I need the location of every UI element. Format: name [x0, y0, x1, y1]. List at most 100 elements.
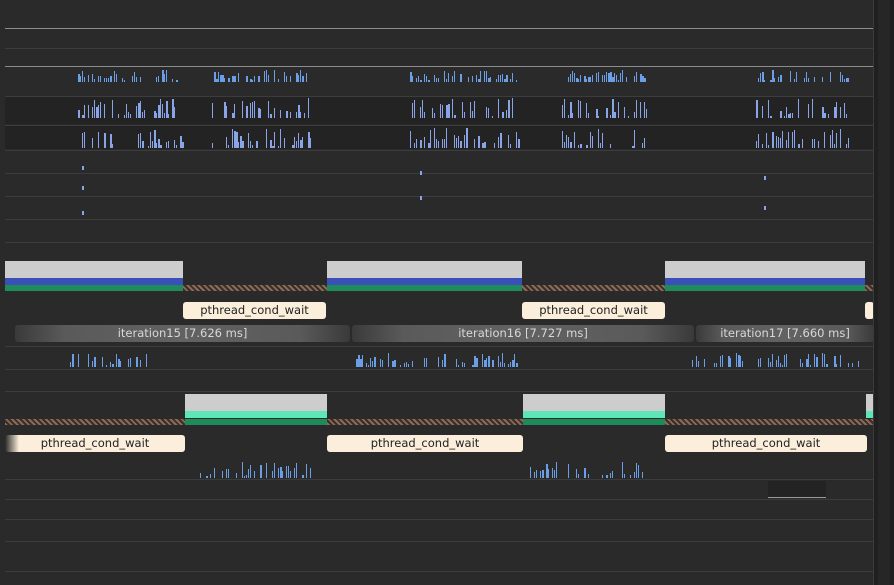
activity-bar — [516, 80, 517, 82]
activity-bar — [780, 363, 781, 367]
activity-bar — [310, 468, 311, 478]
activity-bar — [586, 145, 588, 148]
activity-bar — [484, 142, 486, 148]
activity-bar — [696, 356, 697, 367]
activity-bar — [486, 71, 487, 82]
activity-bar — [802, 139, 803, 148]
activity-bar — [840, 107, 841, 118]
activity-bar — [590, 77, 591, 82]
thread-active-block[interactable] — [665, 261, 865, 278]
activity-bar — [224, 78, 225, 82]
track-separator — [5, 219, 874, 220]
activity-bar — [214, 468, 215, 478]
activity-bar — [84, 132, 85, 148]
activity-bar — [502, 353, 503, 367]
activity-bar — [844, 103, 845, 118]
activity-bar — [460, 74, 462, 82]
thread-active-block[interactable] — [5, 261, 183, 278]
activity-bar — [442, 105, 443, 118]
zone-pthread-cond-wait[interactable]: pthread_cond_wait — [5, 435, 185, 452]
activity-bar — [362, 355, 363, 367]
activity-bar — [568, 137, 569, 148]
activity-bar — [772, 354, 773, 367]
activity-bar — [832, 130, 833, 148]
activity-bar — [760, 73, 761, 82]
activity-bar — [414, 143, 415, 148]
activity-bar — [130, 358, 131, 367]
activity-bar — [842, 75, 843, 82]
track-separator — [5, 66, 874, 67]
selection-marker[interactable] — [768, 481, 826, 498]
activity-bar — [498, 137, 499, 148]
frame-iteration16[interactable]: iteration16 [7.727 ms] — [352, 325, 694, 342]
track-separator — [5, 196, 874, 197]
activity-bar — [286, 466, 287, 478]
zone-pthread-cond-wait[interactable]: pthread_cond_wait — [665, 435, 867, 452]
activity-bar — [764, 176, 766, 180]
activity-bar — [92, 361, 93, 367]
activity-bar — [756, 100, 758, 118]
activity-bar — [786, 140, 787, 148]
activity-bar — [564, 142, 565, 148]
thread-active-block[interactable] — [523, 394, 665, 411]
frame-iteration17[interactable]: iteration17 [7.660 ms] — [696, 325, 874, 342]
activity-bar — [824, 132, 825, 148]
activity-bar — [780, 138, 781, 148]
activity-bar — [628, 116, 629, 118]
zone-pthread-cond-wait[interactable]: pthread_cond_wait — [327, 435, 523, 452]
activity-bar — [506, 75, 508, 82]
activity-bar — [508, 135, 509, 148]
activity-bar — [164, 74, 165, 82]
activity-bar — [722, 355, 723, 367]
activity-bar — [300, 112, 301, 118]
activity-bar — [442, 360, 443, 367]
activity-bar — [258, 76, 260, 82]
activity-bar — [452, 99, 453, 118]
activity-bar — [438, 78, 439, 82]
activity-bar — [296, 463, 297, 478]
profiler-timeline[interactable]: pthread_cond_wait pthread_cond_wait iter… — [0, 0, 894, 585]
activity-bar — [568, 464, 569, 478]
activity-bar — [234, 104, 235, 118]
activity-bar — [218, 72, 219, 82]
activity-bar — [370, 358, 371, 367]
activity-bar — [742, 361, 743, 367]
activity-bar — [768, 100, 769, 118]
activity-bar — [124, 115, 125, 118]
activity-bar — [758, 78, 759, 82]
activity-bar — [420, 171, 422, 175]
activity-bar — [92, 138, 93, 148]
activity-bar — [778, 137, 779, 148]
activity-bar — [808, 354, 809, 367]
activity-bar — [182, 142, 184, 148]
activity-bar — [534, 472, 535, 478]
thread-active-block[interactable] — [185, 394, 327, 411]
scrollbar-thumb[interactable] — [878, 0, 890, 585]
activity-bar — [600, 143, 601, 148]
vertical-scrollbar[interactable] — [873, 0, 894, 585]
activity-bar — [556, 462, 557, 478]
activity-bar — [580, 144, 582, 148]
activity-bar — [420, 80, 422, 82]
track-separator — [5, 48, 874, 49]
activity-bar — [788, 132, 789, 148]
activity-bar — [490, 77, 491, 82]
activity-bar — [794, 79, 795, 82]
zone-pthread-cond-wait[interactable]: pthread_cond_wait — [183, 302, 326, 319]
activity-bar — [302, 137, 303, 148]
activity-bar — [780, 75, 782, 82]
activity-bar — [506, 110, 507, 118]
thread-active-block[interactable] — [327, 261, 522, 278]
activity-bar — [82, 166, 84, 170]
activity-bar — [822, 77, 823, 82]
activity-bar — [268, 75, 269, 82]
activity-bar — [504, 363, 505, 367]
frame-iteration15[interactable]: iteration15 [7.626 ms] — [15, 325, 350, 342]
activity-bar — [464, 363, 465, 367]
activity-bar — [598, 129, 599, 148]
activity-bar — [226, 106, 227, 118]
activity-bar — [634, 130, 635, 148]
activity-bar — [142, 141, 144, 148]
zone-pthread-cond-wait[interactable]: pthread_cond_wait — [522, 302, 665, 319]
activity-bar — [514, 354, 515, 367]
